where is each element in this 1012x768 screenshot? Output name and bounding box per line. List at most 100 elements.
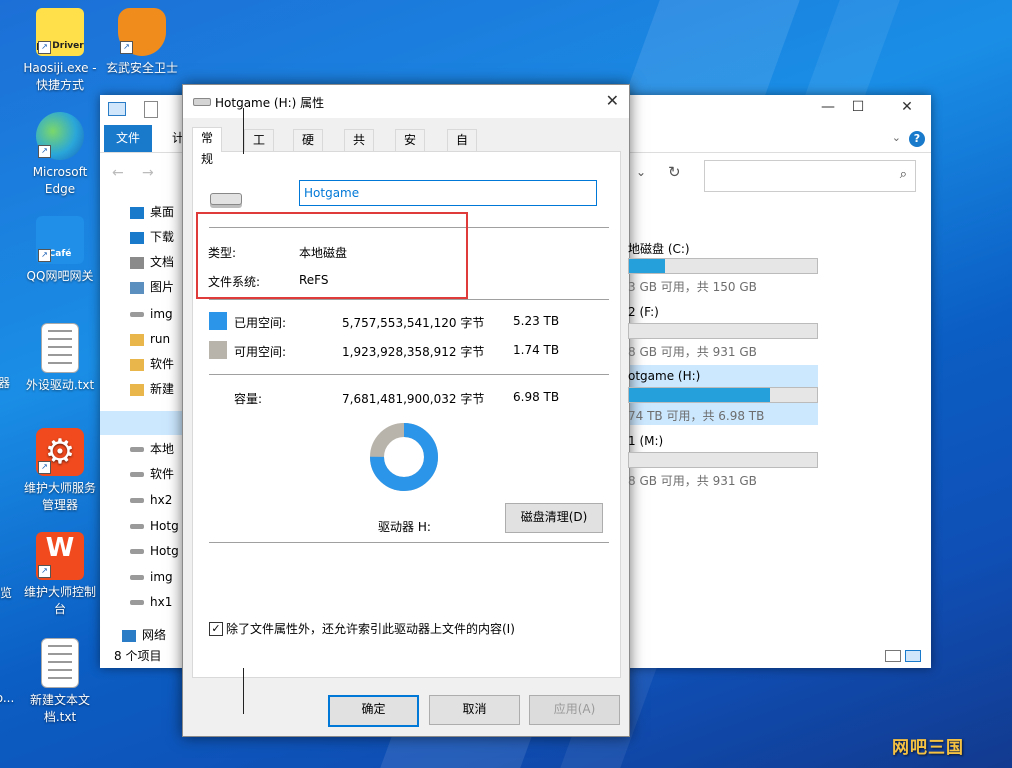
sidebar-item-label: img (150, 570, 173, 584)
disk-cleanup-button[interactable]: 磁盘清理(D) (505, 503, 603, 533)
back-arrow-icon[interactable]: ← (112, 165, 124, 181)
drive-capacity-text: 3 GB 可用，共 150 GB (628, 280, 757, 294)
dropdown-chevron-icon[interactable]: ⌄ (636, 165, 646, 179)
desktop-icon-label: 新建文本文 (29, 693, 90, 707)
haosiji-icon: pd Driver ↗ (36, 8, 84, 56)
cancel-button[interactable]: 取消 (429, 695, 520, 725)
index-checkbox-label[interactable]: 除了文件属性外，还允许索引此驱动器上文件的内容(I) (226, 620, 515, 637)
details-view-icon[interactable] (885, 650, 901, 662)
desktop-icon (130, 206, 144, 219)
dialog-close-button[interactable]: ✕ (606, 91, 619, 110)
shield-icon: ↗ (118, 8, 166, 56)
forward-arrow-icon[interactable]: → (142, 165, 154, 181)
drive-tile[interactable]: 2 (F:) 8 GB 可用，共 931 GB (628, 305, 818, 360)
w-logo-icon: W ↗ (36, 532, 84, 580)
desktop-icon[interactable]: ↗ Microsoft Edge (20, 112, 100, 198)
chevron-down-icon[interactable]: ⌄ (892, 131, 901, 144)
free-space-label: 可用空间: (234, 345, 287, 359)
used-color-swatch (209, 312, 227, 330)
tab-general[interactable]: 常规 (192, 127, 223, 166)
drive-name: otgame (H:) (628, 369, 701, 383)
sidebar-item-label: 软件 (150, 357, 175, 371)
tab-hardware[interactable]: 硬件 (293, 129, 324, 168)
tab-security[interactable]: 安全 (395, 129, 426, 168)
properties-dialog[interactable]: Hotgame (H:) 属性 ✕ 常规 工具 硬件 共享 安全 自定义 类型:… (182, 84, 630, 737)
sidebar-item-label: 桌面 (150, 205, 175, 219)
desktop-icon-label: QQ网吧网关 (26, 269, 94, 283)
index-checkbox[interactable]: ✓ (209, 622, 223, 636)
sidebar-item-label: hx1 (150, 595, 173, 609)
drive-usage-bar (628, 387, 818, 403)
desktop-icon[interactable]: ⚙ ↗ 维护大师服务 管理器 (20, 428, 100, 514)
tab-tools[interactable]: 工具 (244, 129, 275, 168)
text-file-icon (41, 638, 79, 688)
icon-badge-text: W (45, 533, 75, 563)
search-icon: ⌕ (899, 167, 907, 182)
shortcut-arrow-icon: ↗ (38, 145, 51, 158)
maximize-button[interactable]: ☐ (843, 99, 873, 121)
status-bar-count: 8 个项目 (114, 649, 162, 663)
cafe-icon: Café ↗ (36, 216, 84, 264)
refresh-icon[interactable]: ↻ (668, 163, 681, 181)
this-pc-highlight (100, 411, 184, 435)
tab-sharing[interactable]: 共享 (344, 129, 375, 168)
tab-file[interactable]: 文件 (104, 125, 153, 152)
sidebar-item-label: 新建 (150, 382, 175, 396)
sidebar-item-label: hx2 (150, 493, 173, 507)
dialog-titlebar[interactable]: Hotgame (H:) 属性 ✕ (183, 85, 629, 118)
text-cursor-line (243, 108, 244, 154)
divider (209, 374, 609, 375)
help-icon[interactable]: ? (909, 131, 925, 147)
ok-button[interactable]: 确定 (328, 695, 419, 727)
computer-icon (108, 102, 126, 116)
large-icons-view-icon[interactable] (905, 650, 921, 662)
partial-label-2: 浏览 (0, 586, 12, 600)
divider (209, 299, 609, 300)
capacity-label: 容量: (234, 392, 263, 406)
drive-icon (130, 312, 144, 317)
used-space-size: 5.23 TB (513, 314, 560, 328)
sidebar-item-label: 下载 (150, 230, 175, 244)
sidebar-item-label: run (150, 332, 171, 346)
drive-icon (130, 524, 144, 529)
gear-icon: ⚙ ↗ (36, 428, 84, 476)
folder-icon (130, 333, 144, 346)
properties-icon[interactable] (144, 101, 158, 118)
desktop-icon-label: 外设驱动.txt (25, 378, 95, 392)
used-space-bytes: 5,757,553,541,120 字节 (342, 316, 485, 330)
close-button[interactable]: ✕ (892, 99, 922, 121)
free-color-swatch (209, 341, 227, 359)
shortcut-arrow-icon: ↗ (38, 249, 51, 262)
capacity-bytes: 7,681,481,900,032 字节 (342, 392, 485, 406)
minimize-button[interactable]: — (813, 99, 843, 121)
volume-name-input[interactable] (299, 180, 597, 206)
desktop-icon[interactable]: Café ↗ QQ网吧网关 (20, 216, 100, 285)
drive-icon (130, 549, 144, 554)
desktop-icon[interactable]: 新建文本文 档.txt (20, 638, 100, 726)
folder-icon (130, 383, 144, 396)
tab-customize[interactable]: 自定义 (447, 129, 478, 189)
document-icon (130, 256, 144, 269)
desktop-icon[interactable]: ↗ 玄武安全卫士 (102, 8, 182, 77)
desktop-icon[interactable]: W ↗ 维护大师控制台 (20, 532, 100, 618)
drive-tile[interactable]: 地磁盘 (C:) 3 GB 可用，共 150 GB (628, 240, 818, 295)
desktop-icon-label: Microsoft (32, 165, 88, 179)
drive-tile[interactable]: otgame (H:) 74 TB 可用，共 6.98 TB (628, 369, 818, 424)
watermark-logo: 网吧三国 (892, 738, 964, 758)
desktop-icon-label: 维护大师服务 (23, 481, 96, 495)
apply-button[interactable]: 应用(A) (529, 695, 620, 725)
sidebar-item-label: 网络 (142, 628, 167, 642)
desktop-icon[interactable]: 外设驱动.txt (20, 323, 100, 394)
desktop-icon-label: 台 (53, 602, 66, 616)
desktop-icon-label: Edge (44, 182, 76, 196)
sidebar-item-label: 本地 (150, 442, 175, 456)
drive-tile[interactable]: 1 (M:) 8 GB 可用，共 931 GB (628, 434, 818, 489)
drive-name: 2 (F:) (628, 305, 659, 319)
search-input[interactable]: ⌕ (704, 160, 916, 192)
desktop-icon[interactable]: pd Driver ↗ Haosiji.exe - 快捷方式 (20, 8, 100, 94)
capacity-size: 6.98 TB (513, 390, 560, 404)
drive-usage-bar (628, 258, 818, 274)
used-space-label: 已用空间: (234, 316, 287, 330)
shortcut-arrow-icon: ↗ (38, 565, 51, 578)
folder-icon (130, 358, 144, 371)
